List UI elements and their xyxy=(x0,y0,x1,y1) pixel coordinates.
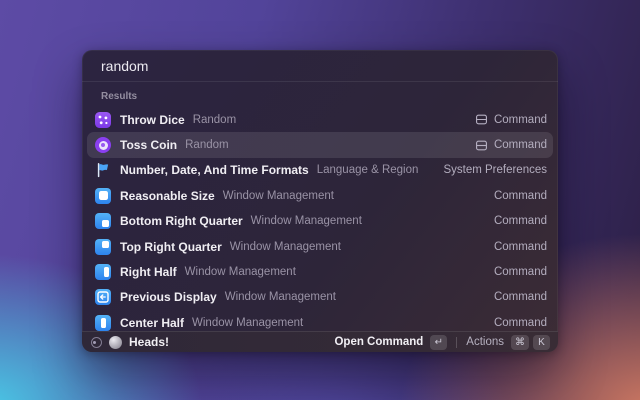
coin-icon xyxy=(95,137,111,153)
window-bottom-right-icon xyxy=(95,213,111,229)
row-accessory: Command xyxy=(494,139,547,151)
status-text: Heads! xyxy=(129,335,169,349)
row-accessory: Command xyxy=(494,114,547,126)
cmd-key-icon: ⌘ xyxy=(511,335,529,350)
row-subtitle: Window Management xyxy=(230,241,341,253)
footer-actions: Open Command ↵ Actions ⌘ K xyxy=(334,335,550,350)
window-right-half-icon xyxy=(95,264,111,280)
flag-icon xyxy=(95,162,111,178)
previous-display-icon xyxy=(95,289,111,305)
row-accessory: Command xyxy=(494,190,547,202)
result-row-toss-coin[interactable]: Toss Coin Random Command xyxy=(87,132,553,157)
return-key-icon: ↵ xyxy=(430,335,447,350)
row-title: Right Half xyxy=(120,265,177,279)
row-accessory: Command xyxy=(494,215,547,227)
row-accessory: Command xyxy=(494,317,547,329)
row-accessory: Command xyxy=(494,266,547,278)
command-type-icon xyxy=(475,113,488,126)
progress-spinner-icon xyxy=(91,337,102,348)
result-row-number-date-time-formats[interactable]: Number, Date, And Time Formats Language … xyxy=(87,158,553,183)
row-title: Reasonable Size xyxy=(120,189,215,203)
row-subtitle: Window Management xyxy=(251,215,362,227)
coin-result-icon xyxy=(109,336,122,349)
actions-label: Actions xyxy=(466,336,504,348)
command-type-icon xyxy=(475,139,488,152)
row-subtitle: Window Management xyxy=(223,190,334,202)
footer-divider xyxy=(456,337,457,348)
result-row-throw-dice[interactable]: Throw Dice Random Command xyxy=(87,107,553,132)
result-row-previous-display[interactable]: Previous Display Window Management Comma… xyxy=(87,285,553,310)
k-key-icon: K xyxy=(533,335,550,350)
row-subtitle: Random xyxy=(185,139,228,151)
row-title: Bottom Right Quarter xyxy=(120,214,243,228)
row-subtitle: Language & Region xyxy=(317,164,419,176)
result-row-bottom-right-quarter[interactable]: Bottom Right Quarter Window Management C… xyxy=(87,209,553,234)
result-row-reasonable-size[interactable]: Reasonable Size Window Management Comman… xyxy=(87,183,553,208)
row-subtitle: Window Management xyxy=(185,266,296,278)
window-top-right-icon xyxy=(95,239,111,255)
row-subtitle: Window Management xyxy=(225,291,336,303)
row-title: Previous Display xyxy=(120,290,217,304)
row-accessory: Command xyxy=(494,291,547,303)
results-list: Results Throw Dice Random Command xyxy=(82,83,558,352)
footer-bar: Heads! Open Command ↵ Actions ⌘ K xyxy=(82,331,558,352)
window-center-half-icon xyxy=(95,315,111,331)
open-command-button[interactable]: Open Command ↵ xyxy=(334,335,447,350)
launcher-window: Results Throw Dice Random Command xyxy=(82,50,558,352)
row-title: Center Half xyxy=(120,316,184,330)
window-center-icon xyxy=(95,188,111,204)
results-section-label: Results xyxy=(101,91,553,102)
row-subtitle: Window Management xyxy=(192,317,303,329)
open-command-label: Open Command xyxy=(334,336,423,348)
search-bar xyxy=(82,50,558,82)
result-row-top-right-quarter[interactable]: Top Right Quarter Window Management Comm… xyxy=(87,234,553,259)
row-title: Throw Dice xyxy=(120,113,185,127)
dice-icon xyxy=(95,112,111,128)
search-input[interactable] xyxy=(101,58,539,74)
row-title: Toss Coin xyxy=(120,138,177,152)
row-accessory: System Preferences xyxy=(443,164,547,176)
row-title: Number, Date, And Time Formats xyxy=(120,163,309,177)
actions-button[interactable]: Actions ⌘ K xyxy=(466,335,550,350)
row-title: Top Right Quarter xyxy=(120,240,222,254)
row-subtitle: Random xyxy=(193,114,236,126)
result-row-right-half[interactable]: Right Half Window Management Command xyxy=(87,259,553,284)
row-accessory: Command xyxy=(494,241,547,253)
